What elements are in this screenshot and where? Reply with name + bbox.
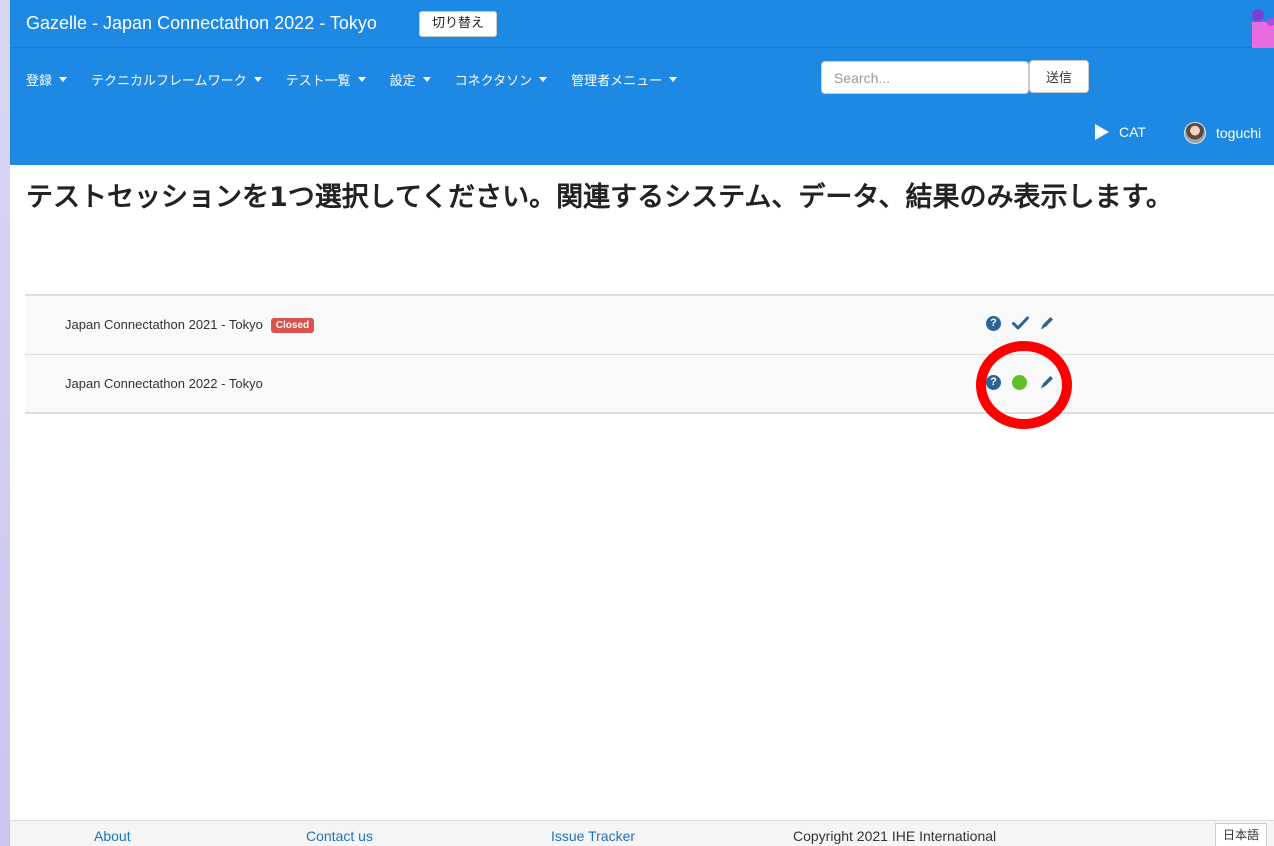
nav-item-label: コネクタソン [454, 74, 533, 89]
app-window: Gazelle - Japan Connectathon 2022 - Toky… [10, 0, 1274, 846]
app-title[interactable]: Gazelle - Japan Connectathon 2022 - Toky… [26, 13, 377, 34]
nav-item-registration[interactable]: 登録 [26, 70, 68, 89]
caret-down-icon [539, 77, 548, 82]
session-row[interactable]: Japan Connectathon 2022 - Tokyo ? [25, 354, 1274, 412]
language-selector[interactable]: 日本語 [1215, 823, 1267, 846]
about-link[interactable]: About [94, 828, 131, 844]
nav-item-connectathon[interactable]: コネクタソン [454, 70, 548, 89]
user-name: toguchi [1216, 125, 1262, 141]
search-submit-button[interactable]: 送信 [1029, 60, 1089, 93]
session-actions: ? [986, 315, 1055, 331]
page-title: テストセッションを1つ選択してください。関連するシステム、データ、結果のみ表示し… [26, 182, 1173, 213]
copyright-text: Copyright 2021 IHE International [793, 828, 997, 844]
gazelle-logo-icon [1252, 9, 1274, 48]
switch-session-button[interactable]: 切り替え [419, 11, 497, 37]
caret-down-icon [669, 77, 678, 82]
nav-item-technical-framework[interactable]: テクニカルフレームワーク [91, 70, 262, 89]
nav-item-label: 管理者メニュー [571, 74, 663, 89]
nav-item-admin-menu[interactable]: 管理者メニュー [571, 70, 678, 89]
session-name[interactable]: Japan Connectathon 2022 - Tokyo [65, 376, 263, 391]
caret-down-icon [422, 77, 431, 82]
nav-item-label: テクニカルフレームワーク [91, 74, 247, 89]
session-name-text: Japan Connectathon 2021 - Tokyo [65, 317, 263, 332]
red-highlight-circle [976, 341, 1072, 429]
caret-down-icon [357, 77, 366, 82]
session-list: Japan Connectathon 2021 - Tokyo Closed ? … [25, 294, 1274, 414]
play-icon [1095, 124, 1109, 140]
nav-item-label: 設定 [389, 74, 416, 89]
session-name[interactable]: Japan Connectathon 2021 - Tokyo Closed [65, 317, 315, 333]
caret-down-icon [59, 77, 68, 82]
help-icon[interactable]: ? [986, 315, 1001, 331]
session-row[interactable]: Japan Connectathon 2021 - Tokyo Closed ? [25, 296, 1274, 354]
contact-link[interactable]: Contact us [306, 828, 373, 844]
pencil-icon[interactable] [1039, 315, 1055, 331]
main-navbar: 登録 テクニカルフレームワーク テスト一覧 設定 コネクタソン 管理者メニュー [10, 48, 1274, 165]
avatar [1184, 122, 1206, 144]
title-bar: Gazelle - Japan Connectathon 2022 - Toky… [10, 0, 1274, 48]
nav-item-label: テスト一覧 [285, 74, 351, 89]
user-menu[interactable]: toguchi [1184, 122, 1261, 144]
nav-item-settings[interactable]: 設定 [390, 70, 431, 89]
nav-item-test-list[interactable]: テスト一覧 [286, 70, 366, 89]
status-badge: Closed [270, 318, 315, 333]
nav-menu: 登録 テクニカルフレームワーク テスト一覧 設定 コネクタソン 管理者メニュー [26, 70, 701, 89]
issue-tracker-link[interactable]: Issue Tracker [551, 828, 635, 844]
cat-label: CAT [1119, 124, 1146, 140]
check-icon[interactable] [1012, 316, 1029, 330]
caret-down-icon [253, 77, 262, 82]
nav-item-label: 登録 [26, 74, 53, 89]
search-input[interactable] [821, 61, 1029, 94]
footer: About Contact us Issue Tracker Copyright… [10, 820, 1274, 846]
cat-link[interactable]: CAT [1095, 124, 1146, 140]
